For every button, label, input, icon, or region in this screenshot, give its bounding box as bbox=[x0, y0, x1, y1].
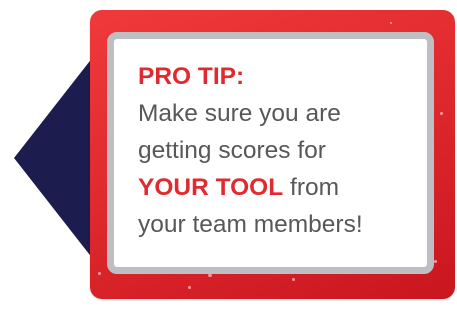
tip-line-1: Make sure you are bbox=[138, 100, 341, 127]
sparkle bbox=[434, 260, 437, 263]
sparkle bbox=[188, 286, 191, 289]
tip-line-4: your team members! bbox=[138, 211, 363, 238]
sparkle bbox=[98, 272, 101, 275]
sparkle bbox=[292, 278, 295, 281]
tip-line-3-rest: from bbox=[283, 174, 340, 201]
tip-line-2: getting scores for bbox=[138, 137, 326, 164]
tip-line-3: YOUR TOOL from bbox=[138, 169, 428, 206]
sparkle bbox=[208, 274, 212, 277]
tip-emphasis: YOUR TOOL bbox=[138, 174, 284, 201]
tip-heading: PRO TIP: bbox=[138, 63, 245, 90]
tip-text: PRO TIP: Make sure you are getting score… bbox=[138, 58, 428, 243]
sparkle bbox=[440, 112, 443, 115]
sparkle bbox=[390, 22, 392, 24]
pro-tip-graphic: PRO TIP: Make sure you are getting score… bbox=[0, 0, 457, 316]
